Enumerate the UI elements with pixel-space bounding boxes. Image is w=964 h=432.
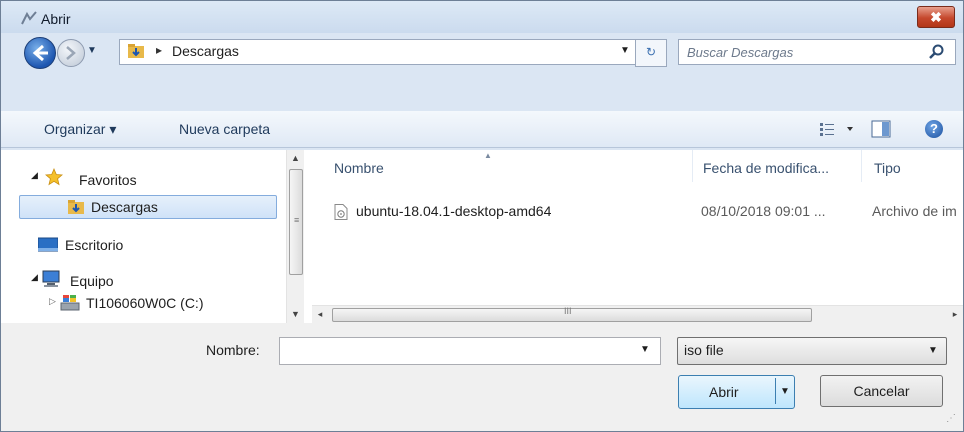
filename-combobox[interactable]: ▼ — [279, 337, 661, 365]
downloads-folder-icon — [128, 44, 144, 58]
scrollbar-thumb[interactable]: ≡ — [289, 169, 303, 275]
organize-menu[interactable]: Organizar ▾ — [44, 121, 116, 138]
change-view-icon[interactable] — [819, 120, 859, 138]
column-header-type[interactable]: Tipo — [862, 150, 963, 182]
scroll-up-arrow[interactable]: ▲ — [287, 150, 304, 167]
filename-label: Nombre: — [206, 342, 260, 358]
scroll-right-arrow[interactable]: ▸ — [947, 306, 963, 323]
content-area: ◢ Favoritos Descargas Escritorio ◢ Equip… — [1, 150, 963, 323]
close-icon: ✖ — [930, 9, 942, 25]
filename-dropdown-arrow[interactable]: ▼ — [640, 344, 650, 355]
nav-item-favoritos[interactable]: ◢ Favoritos — [31, 168, 231, 190]
file-type: Archivo de im — [872, 203, 957, 219]
navigation-vertical-scrollbar[interactable]: ▲ ≡ ▼ — [286, 150, 304, 323]
file-list-horizontal-scrollbar[interactable]: ◂ III ▸ — [312, 305, 963, 323]
scrollbar-thumb[interactable]: III — [332, 306, 812, 322]
search-box[interactable] — [678, 39, 956, 65]
file-type-filter-value: iso file — [684, 342, 724, 358]
expand-arrow-icon[interactable]: ▷ — [49, 296, 56, 307]
preview-pane-icon[interactable] — [871, 120, 891, 138]
nav-item-drive-c[interactable]: ▷ TI106060W0C (C:) — [49, 293, 279, 315]
column-header-date[interactable]: Fecha de modifica... — [693, 150, 861, 182]
nav-item-equipo[interactable]: ◢ Equipo — [31, 270, 231, 292]
title-bar[interactable]: Abrir ✖ — [1, 1, 963, 33]
desktop-icon — [38, 237, 58, 252]
nav-item-label: Favoritos — [79, 172, 137, 188]
search-input[interactable] — [679, 40, 927, 64]
window-title: Abrir — [41, 11, 71, 27]
refresh-button[interactable]: ↻ — [635, 39, 667, 67]
nav-item-label: TI106060W0C (C:) — [86, 295, 204, 311]
drive-icon — [60, 295, 80, 311]
scrollbar-grip: III — [564, 306, 572, 316]
open-button-divider — [775, 378, 776, 404]
expand-arrow-icon[interactable]: ◢ — [31, 272, 38, 283]
open-dialog: Abrir ✖ ▼ ▸ Descargas ▼ ↻ Buscar Descarg… — [0, 0, 964, 432]
file-date: 08/10/2018 09:01 ... — [701, 203, 826, 219]
star-icon — [45, 168, 63, 186]
command-toolbar: Organizar ▾ Nueva carpeta ? — [1, 111, 963, 148]
resize-grip-icon[interactable]: ⋰ — [946, 413, 956, 424]
recent-locations-dropdown[interactable]: ▼ — [87, 45, 97, 56]
file-type-filter-select[interactable]: iso file ▼ — [677, 337, 947, 365]
back-button[interactable] — [24, 37, 56, 69]
disc-image-file-icon — [334, 204, 348, 220]
dialog-footer: Nombre: ▼ iso file ▼ Abrir ▼ Cancelar ⋰ — [1, 323, 963, 431]
breadcrumb-descargas[interactable]: Descargas — [172, 43, 239, 59]
nav-item-escritorio[interactable]: Escritorio — [38, 236, 238, 258]
file-name: ubuntu-18.04.1-desktop-amd64 — [356, 203, 552, 219]
file-list[interactable]: ▲ Nombre Fecha de modifica... Tipo ubunt… — [304, 150, 963, 323]
filename-input[interactable] — [280, 338, 632, 362]
back-arrow-icon — [32, 44, 48, 62]
nav-item-label: Equipo — [70, 273, 114, 289]
close-button[interactable]: ✖ — [917, 6, 955, 28]
column-header-label: Fecha de modifica... — [703, 160, 830, 176]
search-icon[interactable] — [929, 44, 945, 60]
cancel-button[interactable]: Cancelar — [820, 375, 943, 407]
column-header-name[interactable]: ▲ Nombre — [304, 150, 692, 182]
new-folder-button[interactable]: Nueva carpeta — [179, 121, 270, 137]
column-header-label: Nombre — [334, 160, 384, 176]
address-row: ▼ ▸ Descargas ▼ ↻ — [1, 33, 963, 71]
open-button-label: Abrir — [709, 384, 739, 400]
expand-arrow-icon[interactable]: ◢ — [31, 170, 38, 181]
address-dropdown-arrow[interactable]: ▼ — [620, 45, 630, 56]
scroll-left-arrow[interactable]: ◂ — [312, 306, 328, 323]
navigation-pane[interactable]: ◢ Favoritos Descargas Escritorio ◢ Equip… — [1, 150, 304, 323]
open-options-dropdown[interactable]: ▼ — [780, 386, 790, 397]
scrollbar-grip: ≡ — [294, 215, 300, 225]
chevron-down-icon[interactable]: ▼ — [928, 345, 938, 356]
address-bar[interactable]: ▸ Descargas ▼ — [119, 39, 666, 65]
scroll-down-arrow[interactable]: ▼ — [287, 306, 304, 323]
column-header-label: Tipo — [874, 160, 901, 176]
nav-item-descargas[interactable]: Descargas — [19, 195, 277, 219]
refresh-icon: ↻ — [645, 45, 657, 59]
help-icon: ? — [930, 121, 938, 136]
forward-button[interactable] — [57, 39, 85, 67]
help-button[interactable]: ? — [925, 120, 943, 138]
file-row[interactable]: ubuntu-18.04.1-desktop-amd64 08/10/2018 … — [334, 201, 964, 225]
downloads-folder-icon — [68, 200, 84, 214]
open-button[interactable]: Abrir ▼ — [678, 375, 795, 409]
sort-ascending-icon: ▲ — [484, 151, 492, 160]
nav-item-label: Descargas — [91, 199, 158, 215]
breadcrumb-separator[interactable]: ▸ — [156, 43, 162, 57]
app-icon — [21, 11, 37, 25]
computer-icon — [42, 270, 60, 287]
nav-item-label: Escritorio — [65, 237, 124, 253]
forward-arrow-icon — [66, 46, 76, 60]
